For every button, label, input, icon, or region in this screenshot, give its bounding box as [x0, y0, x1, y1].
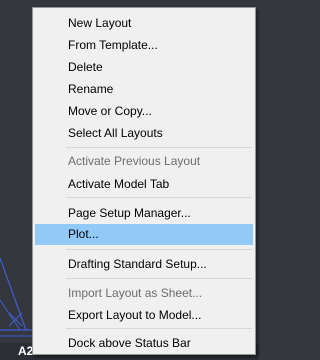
menu-item-select-all-layouts[interactable]: Select All Layouts — [35, 123, 253, 144]
menu-item-delete[interactable]: Delete — [35, 57, 253, 78]
menu-item-from-template[interactable]: From Template... — [35, 35, 253, 56]
menu-item-page-setup-manager[interactable]: Page Setup Manager... — [35, 203, 253, 224]
menu-separator — [66, 328, 252, 329]
menu-separator — [66, 147, 252, 148]
menu-item-move-or-copy[interactable]: Move or Copy... — [35, 101, 253, 122]
menu-item-dock-above-status-bar[interactable]: Dock above Status Bar — [35, 333, 253, 354]
menu-item-activate-model-tab[interactable]: Activate Model Tab — [35, 174, 253, 195]
menu-separator — [66, 197, 252, 198]
menu-item-rename[interactable]: Rename — [35, 79, 253, 100]
menu-item-activate-previous-layout: Activate Previous Layout — [68, 154, 201, 168]
menu-item-plot[interactable]: Plot... — [35, 224, 253, 245]
menu-item-import-layout-as-sheet: Import Layout as Sheet... — [68, 286, 203, 300]
menu-item-export-layout-to-model[interactable]: Export Layout to Model... — [35, 305, 253, 326]
menu-separator — [66, 278, 252, 279]
menu-item-new-layout[interactable]: New Layout — [35, 13, 253, 34]
menu-item-drafting-standard-setup[interactable]: Drafting Standard Setup... — [35, 254, 253, 275]
layout-context-menu: New Layout From Template... Delete Rename Mo… — [32, 7, 256, 355]
menu-separator — [66, 249, 252, 250]
